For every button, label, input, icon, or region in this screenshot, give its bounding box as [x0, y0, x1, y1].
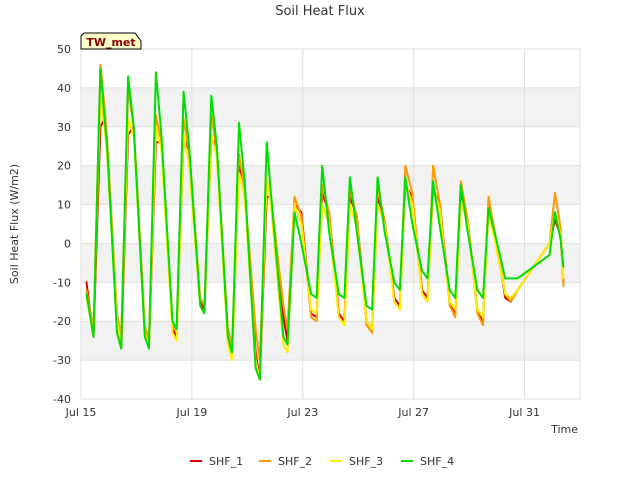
legend-label: SHF_3: [349, 455, 383, 468]
legend-label: SHF_1: [209, 455, 243, 468]
x-tick-label: Jul 27: [397, 406, 429, 419]
x-axis-title: Time: [550, 423, 578, 436]
site-badge: TW_met: [80, 32, 142, 50]
plot-band: [81, 321, 580, 361]
y-tick-label: 30: [57, 121, 71, 134]
y-axis-title: Soil Heat Flux (W/m2): [8, 164, 21, 284]
legend-item-shf_4: SHF_4: [401, 455, 454, 468]
y-tick-label: -40: [53, 393, 71, 406]
y-tick-label: 10: [57, 199, 71, 212]
y-tick-label: -30: [53, 354, 71, 367]
x-tick-label: Jul 31: [508, 406, 540, 419]
legend: SHF_1 SHF_2 SHF_3 SHF_4: [190, 455, 454, 468]
y-tick-label: 40: [57, 82, 71, 95]
x-tick-label: Jul 23: [286, 406, 318, 419]
plot-band: [81, 360, 580, 399]
y-tick-label: 0: [64, 237, 71, 250]
legend-item-shf_3: SHF_3: [330, 455, 383, 468]
legend-item-shf_1: SHF_1: [190, 455, 243, 468]
soil-heat-flux-chart: Soil Heat Flux -40 -30 -20 -10 0 10 20 30 40 50 J…: [8, 4, 581, 468]
legend-label: SHF_4: [420, 455, 454, 468]
y-tick-label: -20: [53, 315, 71, 328]
x-tick-label: Jul 19: [176, 406, 208, 419]
y-tick-label: 50: [57, 43, 71, 56]
chart-title: Soil Heat Flux: [275, 4, 365, 19]
site-badge-label: TW_met: [86, 36, 135, 49]
y-tick-label: 20: [57, 160, 71, 173]
x-tick-label: Jul 15: [65, 406, 97, 419]
y-tick-label: -10: [53, 276, 71, 289]
legend-item-shf_2: SHF_2: [259, 455, 312, 468]
legend-label: SHF_2: [278, 455, 312, 468]
